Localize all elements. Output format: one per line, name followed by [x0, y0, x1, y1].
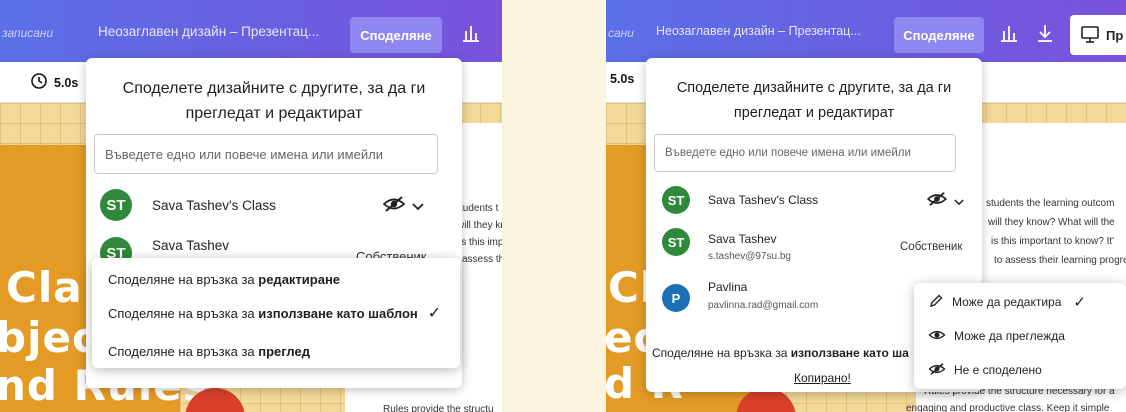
share-dialog-heading: прегледат и редактират — [733, 105, 895, 121]
copy-link-status[interactable]: Копирано! — [794, 371, 851, 385]
slide-title-word: Cla — [6, 263, 83, 312]
check-icon: ✓ — [1073, 294, 1086, 311]
slide-body-text: is this imp — [459, 237, 502, 248]
share-button[interactable]: Споделяне — [894, 17, 984, 53]
pencil-icon — [928, 293, 944, 312]
menu-item-label: преглед — [258, 343, 310, 359]
menu-item-not-shared[interactable]: Не е споделено — [914, 359, 1126, 381]
share-dialog-heading: прегледат и редактират — [185, 105, 363, 122]
menu-item-prefix: Споделяне на връзка за — [108, 271, 259, 287]
eye-off-icon — [928, 362, 946, 379]
editor-topbar: записани Неозаглавен дизайн – Презентац.… — [0, 0, 502, 62]
avatar: P — [662, 284, 690, 312]
present-icon — [1080, 24, 1100, 47]
slide-body-text: will they know? What will the — [988, 217, 1115, 228]
menu-item-share-edit[interactable]: Споделяне на връзка за редактиране — [92, 268, 460, 290]
save-status-text: записани — [2, 26, 54, 40]
share-dialog-heading: Споделете дизайните с другите, за да ги — [122, 80, 426, 97]
menu-item-label: използване като шаблон — [258, 305, 418, 321]
menu-item-share-template[interactable]: Споделяне на връзка за използване като ш… — [92, 302, 460, 324]
menu-item-label: Може да преглежда — [954, 329, 1065, 343]
link-share-selector[interactable]: Споделяне на връзка за използване като ш… — [652, 346, 909, 360]
link-share-menu: Споделяне на връзка за редактиране Споде… — [92, 258, 460, 368]
menu-item-prefix: Споделяне на връзка за — [108, 343, 259, 359]
eye-off-icon — [926, 191, 948, 212]
member-name: Sava Tashev — [708, 232, 777, 246]
share-dialog-heading: Споделете дизайните с другите, за да ги — [676, 80, 952, 96]
right-screenshot: сани Неозаглавен дизайн – Презентац... С… — [606, 0, 1126, 412]
menu-item-can-edit[interactable]: Може да редактира ✓ — [914, 291, 1126, 313]
member-name: Sava Tashev's Class — [708, 193, 819, 207]
link-share-prefix: Споделяне на връзка за — [652, 346, 791, 360]
present-label: Пр — [1106, 27, 1124, 43]
document-title[interactable]: Неозаглавен дизайн – Презентац... — [656, 24, 861, 38]
link-share-mode: използване като ша — [790, 346, 909, 360]
share-button[interactable]: Споделяне — [350, 17, 442, 53]
access-dropdown[interactable] — [382, 195, 424, 218]
chevron-down-icon — [954, 193, 964, 211]
chevron-down-icon — [412, 198, 424, 216]
menu-item-label: редактиране — [258, 271, 341, 287]
editor-topbar: сани Неозаглавен дизайн – Презентац... С… — [606, 0, 1126, 62]
menu-item-can-view[interactable]: Може да преглежда — [914, 325, 1126, 347]
eye-off-icon — [382, 195, 406, 218]
slide-timer[interactable]: 5.0s — [30, 72, 78, 93]
avatar: ST — [662, 186, 690, 214]
member-email: s.tashev@97su.bg — [708, 251, 791, 262]
download-icon[interactable] — [1034, 22, 1056, 44]
document-title[interactable]: Неозаглавен дизайн – Презентац... — [98, 24, 319, 39]
menu-item-share-view[interactable]: Споделяне на връзка за преглед — [92, 340, 460, 362]
slide-body-text: students the learning outcom — [986, 198, 1115, 209]
insights-icon[interactable] — [998, 22, 1020, 44]
slide-body-text: is this important to know? It' — [991, 236, 1115, 247]
member-role: Собственик — [900, 241, 963, 253]
menu-item-label: Може да редактира — [952, 295, 1062, 309]
member-name: Sava Tashev's Class — [152, 198, 276, 213]
member-name: Pavlina — [708, 280, 748, 294]
avatar: ST — [100, 189, 132, 221]
slide-footer-text: Rules provide the structu — [383, 404, 494, 412]
insights-icon[interactable] — [460, 22, 482, 44]
menu-item-prefix: Споделяне на връзка за — [108, 305, 259, 321]
member-name: Sava Tashev — [152, 238, 230, 253]
slide-body-text: assess th — [462, 254, 502, 265]
invite-input[interactable]: Въведете едно или повече имена или имейл… — [654, 134, 956, 172]
member-email: pavlinna.rad@gmail.com — [708, 300, 819, 311]
clock-icon — [30, 72, 48, 93]
timer-value: 5.0s — [610, 72, 635, 86]
menu-item-label: Не е споделено — [954, 363, 1042, 377]
slide-body-text: to assess their learning progre — [994, 255, 1126, 266]
invite-input[interactable]: Въведете едно или повече имена или имейл… — [94, 134, 438, 174]
left-screenshot: записани Неозаглавен дизайн – Презентац.… — [0, 0, 502, 412]
access-dropdown[interactable] — [926, 191, 964, 212]
save-status-text: сани — [608, 26, 634, 40]
slide-timer[interactable]: 5.0s — [610, 72, 634, 86]
eye-icon — [928, 328, 946, 345]
slide-footer-text: engaging and productive class. Keep it s… — [906, 403, 1110, 412]
check-icon: ✓ — [427, 305, 442, 322]
access-level-menu: Може да редактира ✓ Може да преглежда Не… — [914, 283, 1126, 389]
slide-body-text: will they kr — [457, 220, 502, 231]
avatar: ST — [662, 228, 690, 256]
timer-value: 5.0s — [54, 75, 79, 90]
slide-title-word: bjec — [0, 313, 98, 362]
present-button[interactable]: Пр — [1070, 15, 1126, 55]
